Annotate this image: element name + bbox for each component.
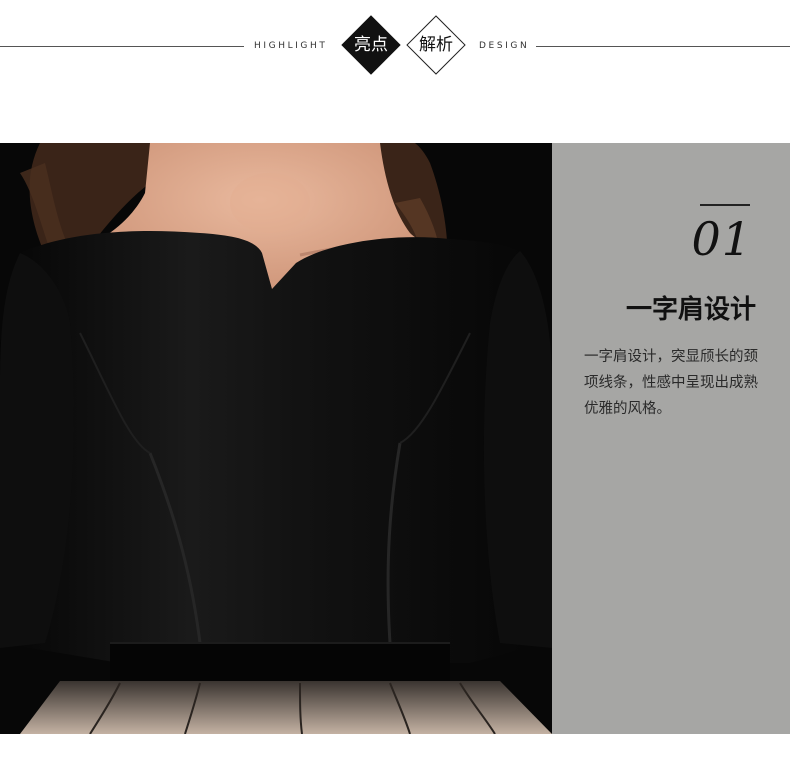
header-rule-right xyxy=(536,46,790,47)
feature-title: 一字肩设计 xyxy=(625,295,756,325)
header-text-left: HIGHLIGHT xyxy=(254,41,328,51)
feature-description: 一字肩设计，突显颀长的颈项线条，性感中呈现出成熟优雅的风格。 xyxy=(584,349,758,417)
product-photo xyxy=(0,143,552,734)
badge-label-highlight: 亮点 xyxy=(354,35,388,55)
header-text-right: DESIGN xyxy=(479,41,530,51)
dress-illustration xyxy=(0,143,552,734)
feature-number-rule xyxy=(700,204,750,206)
section-header: HIGHLIGHT 亮点 解析 DESIGN xyxy=(0,0,790,100)
feature-number: 01 xyxy=(691,212,752,266)
badge-label-analysis: 解析 xyxy=(419,35,453,55)
feature-panel: 01 一字肩设计 一字肩设计，突显颀长的颈项线条，性感中呈现出成熟优雅的风格。 xyxy=(552,143,790,734)
header-rule-left xyxy=(0,46,244,47)
